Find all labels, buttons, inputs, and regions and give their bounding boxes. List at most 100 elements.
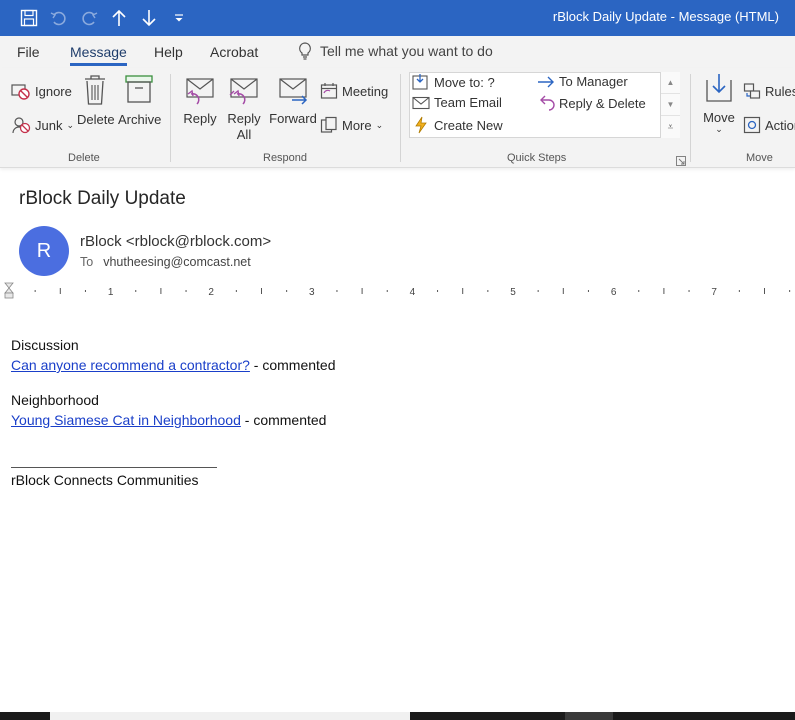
ruler-label: 4: [410, 287, 416, 298]
meeting-button[interactable]: Meeting: [320, 82, 388, 100]
gallery-expand-icon[interactable]: ⩡: [661, 116, 680, 138]
tab-help[interactable]: Help: [154, 44, 183, 60]
ribbon-separator: [690, 74, 691, 162]
forward-button[interactable]: Forward: [268, 76, 318, 126]
reply-all-icon: [229, 78, 258, 105]
avatar[interactable]: R: [19, 226, 69, 276]
quick-step-team-email[interactable]: Team Email: [412, 95, 502, 110]
delete-button[interactable]: Delete: [77, 74, 115, 127]
ignore-icon: [11, 84, 30, 100]
delete-label: Delete: [77, 112, 115, 127]
redo-icon[interactable]: [78, 0, 100, 36]
title-bar: rBlock Daily Update - Message (HTML): [0, 0, 795, 36]
move-to-icon: [412, 74, 428, 90]
rules-icon: [743, 83, 761, 99]
avatar-initial: R: [36, 239, 52, 262]
more-icon: [320, 116, 337, 133]
quick-steps-group-label: Quick Steps: [507, 152, 567, 164]
ribbon-separator: [400, 74, 401, 162]
taskbar-segment: [50, 712, 410, 720]
neighborhood-link[interactable]: Young Siamese Cat in Neighborhood: [11, 412, 241, 428]
dialog-launcher-icon[interactable]: [676, 153, 686, 171]
tell-me-text: Tell me what you want to do: [320, 43, 493, 59]
junk-button[interactable]: Junk ⌄: [11, 116, 74, 134]
quick-step-to-manager[interactable]: To Manager: [537, 74, 628, 89]
reply-all-label-line2: All: [236, 127, 252, 142]
section-heading-discussion: Discussion: [11, 337, 79, 353]
actions-button[interactable]: Actions: [743, 116, 795, 134]
taskbar-strip: [0, 712, 795, 720]
ribbon: Ignore Junk ⌄ Delete Archive Delete Repl…: [0, 68, 795, 168]
window-title: rBlock Daily Update - Message (HTML): [552, 9, 779, 24]
respond-group-label: Respond: [263, 152, 308, 164]
move-to-label: Move to: ?: [434, 74, 495, 90]
to-manager-label: To Manager: [559, 74, 628, 89]
ruler-label: 7: [711, 287, 717, 298]
discussion-suffix: - commented: [249, 357, 336, 373]
ribbon-separator: [170, 74, 171, 162]
recipient-address[interactable]: vhutheesing@comcast.net: [103, 255, 251, 269]
message-subject: rBlock Daily Update: [19, 188, 186, 209]
previous-item-icon[interactable]: [108, 0, 130, 36]
reply-label: Reply: [183, 111, 217, 126]
reply-icon: [186, 78, 214, 105]
ignore-button[interactable]: Ignore: [11, 82, 72, 100]
archive-button[interactable]: Archive: [118, 74, 162, 127]
reply-all-button[interactable]: Reply All: [224, 76, 264, 142]
delete-group-label: Delete: [68, 152, 100, 164]
indent-marker-icon[interactable]: [4, 282, 14, 299]
customize-toolbar-icon[interactable]: [170, 0, 188, 36]
meeting-label: Meeting: [342, 83, 389, 99]
scroll-up-icon[interactable]: ▲: [661, 72, 680, 94]
undo-icon[interactable]: [48, 0, 70, 36]
reply-button[interactable]: Reply: [180, 76, 220, 126]
move-button[interactable]: Move ⌄: [700, 72, 738, 134]
trash-icon: [85, 75, 105, 105]
ruler-label: 2: [208, 287, 214, 298]
calendar-icon: [320, 83, 338, 99]
ruler-label: 6: [611, 287, 617, 298]
tab-file[interactable]: File: [17, 44, 40, 60]
more-dropdown-icon: ⌄: [375, 119, 384, 130]
tell-me-search[interactable]: Tell me what you want to do: [298, 42, 493, 60]
rules-button[interactable]: Rules: [743, 82, 795, 100]
quick-steps-scrollbar[interactable]: ▲ ▼ ⩡: [660, 72, 680, 138]
recipient-line: To vhutheesing@comcast.net: [80, 255, 251, 269]
lightbulb-icon: [299, 42, 311, 60]
reply-delete-label: Reply & Delete: [559, 95, 646, 111]
rules-label: Rules: [765, 83, 795, 99]
ruler-label: 5: [510, 287, 516, 298]
more-respond-button[interactable]: More ⌄: [320, 116, 383, 134]
tab-acrobat[interactable]: Acrobat: [210, 44, 258, 60]
archive-icon: [125, 75, 153, 103]
menu-bar: File Message Help Acrobat Tell me what y…: [0, 36, 795, 68]
junk-dropdown-icon: ⌄: [66, 119, 75, 130]
signature-text: rBlock Connects Communities: [11, 472, 199, 488]
actions-label: Actions: [765, 117, 795, 133]
move-label: Move: [703, 110, 735, 125]
body-line: Can anyone recommend a contractor? - com…: [11, 357, 336, 373]
forward-label: Forward: [269, 111, 317, 126]
discussion-link[interactable]: Can anyone recommend a contractor?: [11, 357, 250, 373]
ruler: 1 2 3 4 5 6 7: [0, 282, 795, 300]
archive-label: Archive: [118, 112, 162, 127]
body-line: Young Siamese Cat in Neighborhood - comm…: [11, 412, 326, 428]
ignore-label: Ignore: [35, 83, 72, 99]
actions-icon: [743, 116, 761, 134]
arrow-right-icon: [538, 76, 554, 87]
section-heading-neighborhood: Neighborhood: [11, 392, 99, 408]
neighborhood-suffix: - commented: [240, 412, 327, 428]
next-item-icon[interactable]: [138, 0, 160, 36]
save-icon[interactable]: [18, 0, 40, 36]
quick-step-move-to[interactable]: Move to: ?: [412, 74, 495, 90]
envelope-icon: [412, 96, 430, 109]
tab-message[interactable]: Message: [70, 44, 127, 66]
sender-address[interactable]: rBlock <rblock@rblock.com>: [80, 233, 271, 250]
move-group-label: Move: [746, 152, 773, 164]
junk-label: Junk: [35, 117, 63, 133]
quick-step-reply-delete[interactable]: Reply & Delete: [537, 95, 646, 111]
ruler-label: 3: [309, 287, 315, 298]
taskbar-segment: [565, 712, 613, 720]
quick-step-create-new[interactable]: Create New: [412, 116, 503, 134]
scroll-down-icon[interactable]: ▼: [661, 94, 680, 116]
